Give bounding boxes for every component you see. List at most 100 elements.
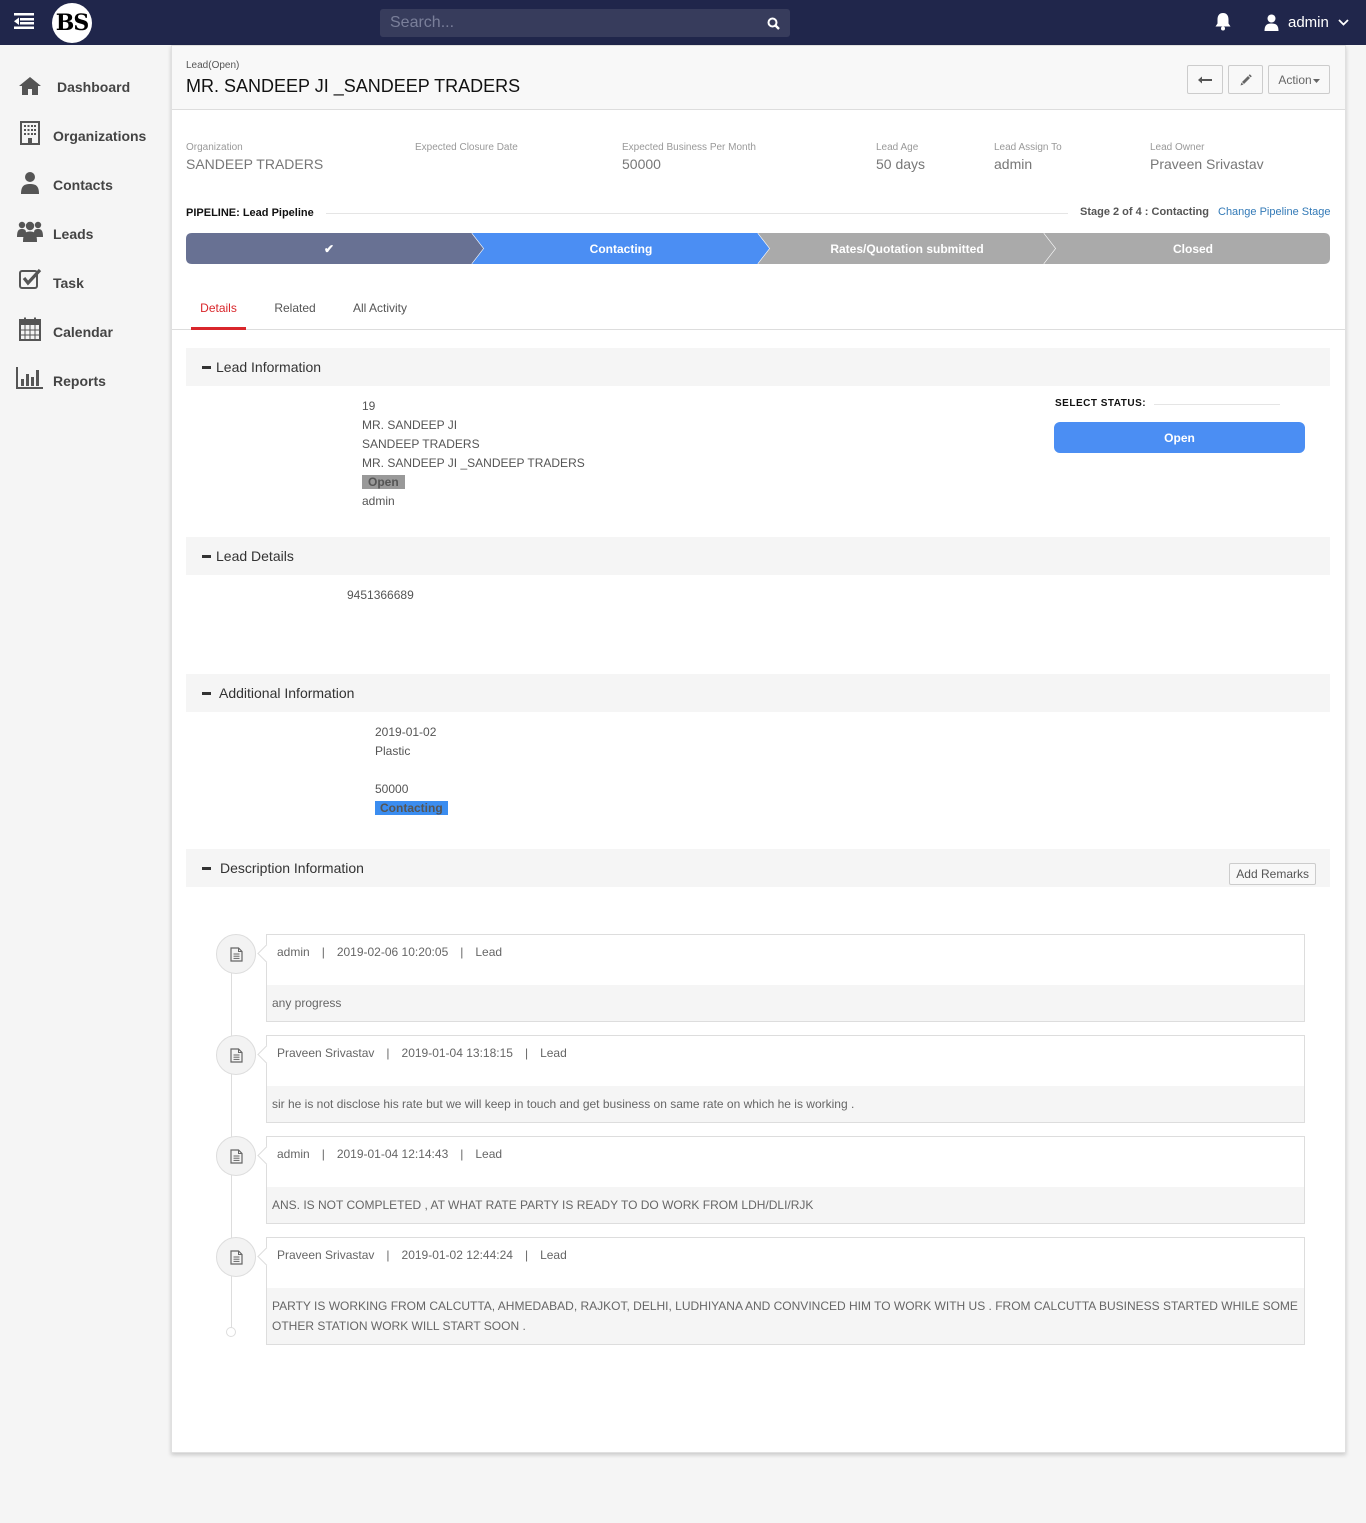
- collapse-minus-icon[interactable]: [202, 692, 211, 695]
- record-header: Lead(Open) MR. SANDEEP JI _SANDEEP TRADE…: [172, 46, 1345, 110]
- remark-datetime: 2019-01-04 12:14:43: [336, 1147, 449, 1161]
- field-value: MR. SANDEEP JI: [362, 418, 458, 432]
- sidebar-item-leads[interactable]: Leads: [0, 216, 170, 252]
- detail-tabs: Details Related All Activity: [172, 294, 1345, 330]
- field-value: Plastic: [375, 744, 411, 758]
- document-icon: [230, 1250, 243, 1265]
- home-icon: [19, 77, 41, 95]
- pipeline-stage-label[interactable]: Closed: [1056, 233, 1330, 264]
- tab-details[interactable]: Details: [191, 301, 246, 330]
- search-icon[interactable]: [767, 17, 780, 30]
- action-label: Action: [1278, 72, 1312, 87]
- chevron-down-icon: [1338, 18, 1349, 26]
- remark-module: Lead: [475, 1147, 503, 1161]
- remark-text: any progress: [267, 985, 1304, 1021]
- document-icon: [230, 1048, 243, 1063]
- page-title: MR. SANDEEP JI _SANDEEP TRADERS: [186, 76, 521, 96]
- menu-toggle-icon[interactable]: [14, 13, 34, 29]
- field-value: 50000: [375, 782, 409, 796]
- sidebar: Dashboard Organizations Contacts Leads T…: [0, 45, 170, 1523]
- status-open-button[interactable]: Open: [1054, 422, 1305, 453]
- field-value: SANDEEP TRADERS: [362, 437, 480, 451]
- timeline-end-dot: [226, 1327, 236, 1337]
- change-pipeline-stage-link[interactable]: Change Pipeline Stage: [1218, 206, 1331, 218]
- remark-text: sir he is not disclose his rate but we w…: [267, 1086, 1304, 1122]
- remark-text: ANS. IS NOT COMPLETED , AT WHAT RATE PAR…: [267, 1187, 1304, 1223]
- bar-chart-icon: [16, 367, 43, 389]
- remark-module: Lead: [540, 1248, 567, 1262]
- remark-user: Praveen Srivastav: [277, 1248, 375, 1262]
- sidebar-item-reports[interactable]: Reports: [0, 363, 170, 399]
- action-dropdown-button[interactable]: Action: [1268, 65, 1330, 94]
- user-name: admin: [1288, 13, 1329, 31]
- sidebar-item-contacts[interactable]: Contacts: [0, 167, 170, 203]
- pipeline-label: PIPELINE: Lead Pipeline: [186, 207, 314, 219]
- edit-button[interactable]: [1228, 65, 1263, 94]
- select-status-label: SELECT STATUS:: [1055, 398, 1147, 409]
- summary-organization: Organization SANDEEP TRADERS: [186, 142, 324, 172]
- remark-user: Praveen Srivastav: [277, 1046, 375, 1060]
- users-icon: [17, 221, 43, 242]
- remark-card: Praveen Srivastav | 2019-01-02 12:44:24 | Le…: [266, 1237, 1305, 1345]
- caret-down-icon: [1312, 78, 1320, 83]
- calendar-icon: [19, 317, 41, 341]
- remark-meta: Praveen Srivastav | 2019-01-02 12:44:24 | Le…: [277, 1248, 567, 1262]
- field-value: 19: [362, 399, 376, 413]
- remark-card: admin | 2019-02-06 10:20:05 | Lead any progr…: [266, 934, 1305, 1022]
- top-navbar: BS admin: [0, 0, 1366, 45]
- summary-lead-assign-to: Lead Assign To admin: [994, 142, 1062, 172]
- stage-badge: Contacting: [375, 801, 448, 815]
- collapse-minus-icon[interactable]: [202, 366, 211, 369]
- pipeline-stages: ✔ Contacting Rates/Quotation submitted Clos…: [186, 233, 1330, 264]
- pipeline-stage-label[interactable]: Rates/Quotation submitted: [770, 233, 1044, 264]
- pipeline-divider: [326, 213, 1068, 214]
- search-box: [380, 9, 790, 37]
- remark-text: PARTY IS WORKING FROM CALCUTTA, AHMEDABA…: [267, 1288, 1304, 1344]
- remark-datetime: 2019-02-06 10:20:05: [336, 945, 449, 959]
- remark-badge: [216, 1035, 256, 1075]
- add-remarks-button[interactable]: Add Remarks: [1229, 863, 1316, 885]
- lead-detail-panel: Lead(Open) MR. SANDEEP JI _SANDEEP TRADE…: [171, 45, 1346, 1453]
- remark-badge: [216, 1237, 256, 1277]
- document-icon: [230, 1149, 243, 1164]
- pipeline-stage-label[interactable]: Contacting: [484, 233, 758, 264]
- document-icon: [230, 947, 243, 962]
- search-input[interactable]: [380, 9, 750, 37]
- section-lead-details[interactable]: Lead Details: [186, 537, 1330, 575]
- sidebar-item-dashboard[interactable]: Dashboard: [0, 69, 170, 105]
- summary-lead-owner: Lead Owner Praveen Srivastav: [1150, 142, 1264, 172]
- remark-datetime: 2019-01-02 12:44:24: [401, 1248, 513, 1262]
- arrow-left-icon: [1198, 76, 1212, 83]
- remark-datetime: 2019-01-04 13:18:15: [401, 1046, 513, 1060]
- pencil-icon: [1240, 73, 1252, 85]
- sidebar-item-calendar[interactable]: Calendar: [0, 314, 170, 350]
- back-button[interactable]: [1187, 65, 1223, 94]
- section-lead-information[interactable]: Lead Information: [186, 348, 1330, 386]
- field-value: 9451366689: [347, 588, 414, 602]
- collapse-minus-icon[interactable]: [202, 555, 211, 558]
- user-menu[interactable]: admin: [1264, 10, 1349, 34]
- section-description-information[interactable]: Description Information Add Remarks: [186, 849, 1330, 887]
- remark-badge: [216, 934, 256, 974]
- remark-card: admin | 2019-01-04 12:14:43 | Lead ANS. IS N…: [266, 1136, 1305, 1224]
- sidebar-item-organizations[interactable]: Organizations: [0, 118, 170, 154]
- remark-card: Praveen Srivastav | 2019-01-04 13:18:15 | Le…: [266, 1035, 1305, 1123]
- collapse-minus-icon[interactable]: [202, 867, 211, 870]
- bell-icon[interactable]: [1214, 12, 1232, 31]
- select-status-divider: [1154, 404, 1280, 405]
- field-value: admin: [362, 494, 395, 508]
- remark-user: admin: [277, 945, 310, 959]
- remark-user: admin: [277, 1147, 310, 1161]
- user-icon: [21, 172, 39, 194]
- summary-lead-age: Lead Age 50 days: [876, 142, 926, 172]
- remark-meta: admin | 2019-02-06 10:20:05 | Lead: [277, 945, 503, 959]
- tab-all-activity[interactable]: All Activity: [347, 301, 413, 330]
- field-value: 2019-01-02: [375, 725, 437, 739]
- app-logo[interactable]: BS: [52, 3, 92, 43]
- user-avatar-icon: [1264, 14, 1279, 31]
- sidebar-item-task[interactable]: Task: [0, 265, 170, 301]
- pipeline-stage-done-check[interactable]: ✔: [186, 233, 472, 264]
- lead-status-badge: Open: [362, 475, 405, 489]
- tab-related[interactable]: Related: [268, 301, 322, 330]
- section-additional-information[interactable]: Additional Information: [186, 674, 1330, 712]
